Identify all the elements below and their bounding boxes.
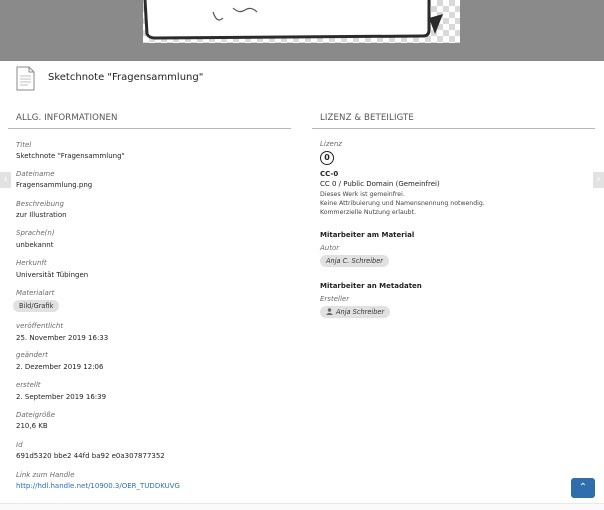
lizenz-label: Lizenz xyxy=(320,140,342,148)
herkunft-value: Universität Tübingen xyxy=(16,271,89,279)
next-arrow-icon[interactable]: › xyxy=(593,172,604,188)
erstellt-value: 2. September 2019 16:39 xyxy=(16,393,107,401)
id-value: 691d5320 bbe2 44fd ba92 e0a307877352 xyxy=(16,452,165,460)
scroll-to-top-button[interactable]: ⌃ xyxy=(571,478,595,498)
author-label: Autor xyxy=(320,244,340,252)
materialart-label: Materialart xyxy=(16,289,55,297)
metadata-contributors-heading: Mitarbeiter an Metadaten xyxy=(320,282,422,290)
chevron-up-icon: ⌃ xyxy=(578,482,588,493)
herkunft-label: Herkunft xyxy=(16,259,47,267)
material-contributors-heading: Mitarbeiter am Material xyxy=(320,231,415,239)
license-desc-1: Dieses Werk ist gemeinfrei. xyxy=(320,191,405,198)
veroeffentlicht-value: 25. November 2019 16:33 xyxy=(16,334,109,342)
license-short: CC-0 xyxy=(320,170,339,178)
license-desc-3: Kommerzielle Nutzung erlaubt. xyxy=(320,209,416,216)
cc-zero-icon: 0 xyxy=(320,151,334,165)
license-name: CC 0 / Public Domain (Gemeinfrei) xyxy=(320,180,440,188)
section-heading: ALLG. INFORMATIONEN xyxy=(8,113,291,129)
titel-value: Sketchnote "Fragensammlung" xyxy=(16,152,125,160)
sprache-value: unbekannt xyxy=(16,241,54,249)
handle-link-label: Link zum Handle xyxy=(16,471,75,479)
sprache-label: Sprache(n) xyxy=(16,229,55,237)
id-label: Id xyxy=(16,441,23,449)
creator-label: Ersteller xyxy=(320,295,350,303)
page-title: Sketchnote "Fragensammlung" xyxy=(48,72,204,83)
license-section: LIZENZ & BETEILIGTE xyxy=(312,113,595,129)
document-icon xyxy=(16,66,35,91)
dateiname-label: Dateiname xyxy=(16,170,55,178)
materialart-badge[interactable]: Bild/Grafik xyxy=(13,300,60,312)
dateigroesse-label: Dateigröße xyxy=(16,411,55,419)
geaendert-value: 2. Dezember 2019 12:06 xyxy=(16,363,104,371)
dateigroesse-value: 210,6 KB xyxy=(16,422,48,430)
creator-name: Anja Schreiber xyxy=(336,308,385,316)
general-info-section: ALLG. INFORMATIONEN xyxy=(8,113,291,129)
preview-area xyxy=(0,0,604,61)
license-desc-2: Keine Attribuierung und Namensnennung no… xyxy=(320,200,485,207)
person-icon xyxy=(326,308,333,315)
creator-badge[interactable]: Anja Schreiber xyxy=(320,306,391,318)
bottom-strip xyxy=(0,503,604,510)
dateiname-value: Fragensammlung.png xyxy=(16,181,93,189)
veroeffentlicht-label: veröffentlicht xyxy=(16,322,64,330)
erstellt-label: erstellt xyxy=(16,381,41,389)
titel-label: Titel xyxy=(16,141,32,149)
handle-link[interactable]: http://hdl.handle.net/10900.3/OER_TUDDKU… xyxy=(16,482,180,490)
author-badge[interactable]: Anja C. Schreiber xyxy=(320,255,389,267)
previous-arrow-icon[interactable]: ‹ xyxy=(0,172,11,188)
beschreibung-label: Beschreibung xyxy=(16,200,64,208)
sketchnote-preview-image[interactable] xyxy=(143,0,460,43)
section-heading: LIZENZ & BETEILIGTE xyxy=(312,113,595,129)
beschreibung-value: zur Illustration xyxy=(16,211,67,219)
geaendert-label: geändert xyxy=(16,351,48,359)
